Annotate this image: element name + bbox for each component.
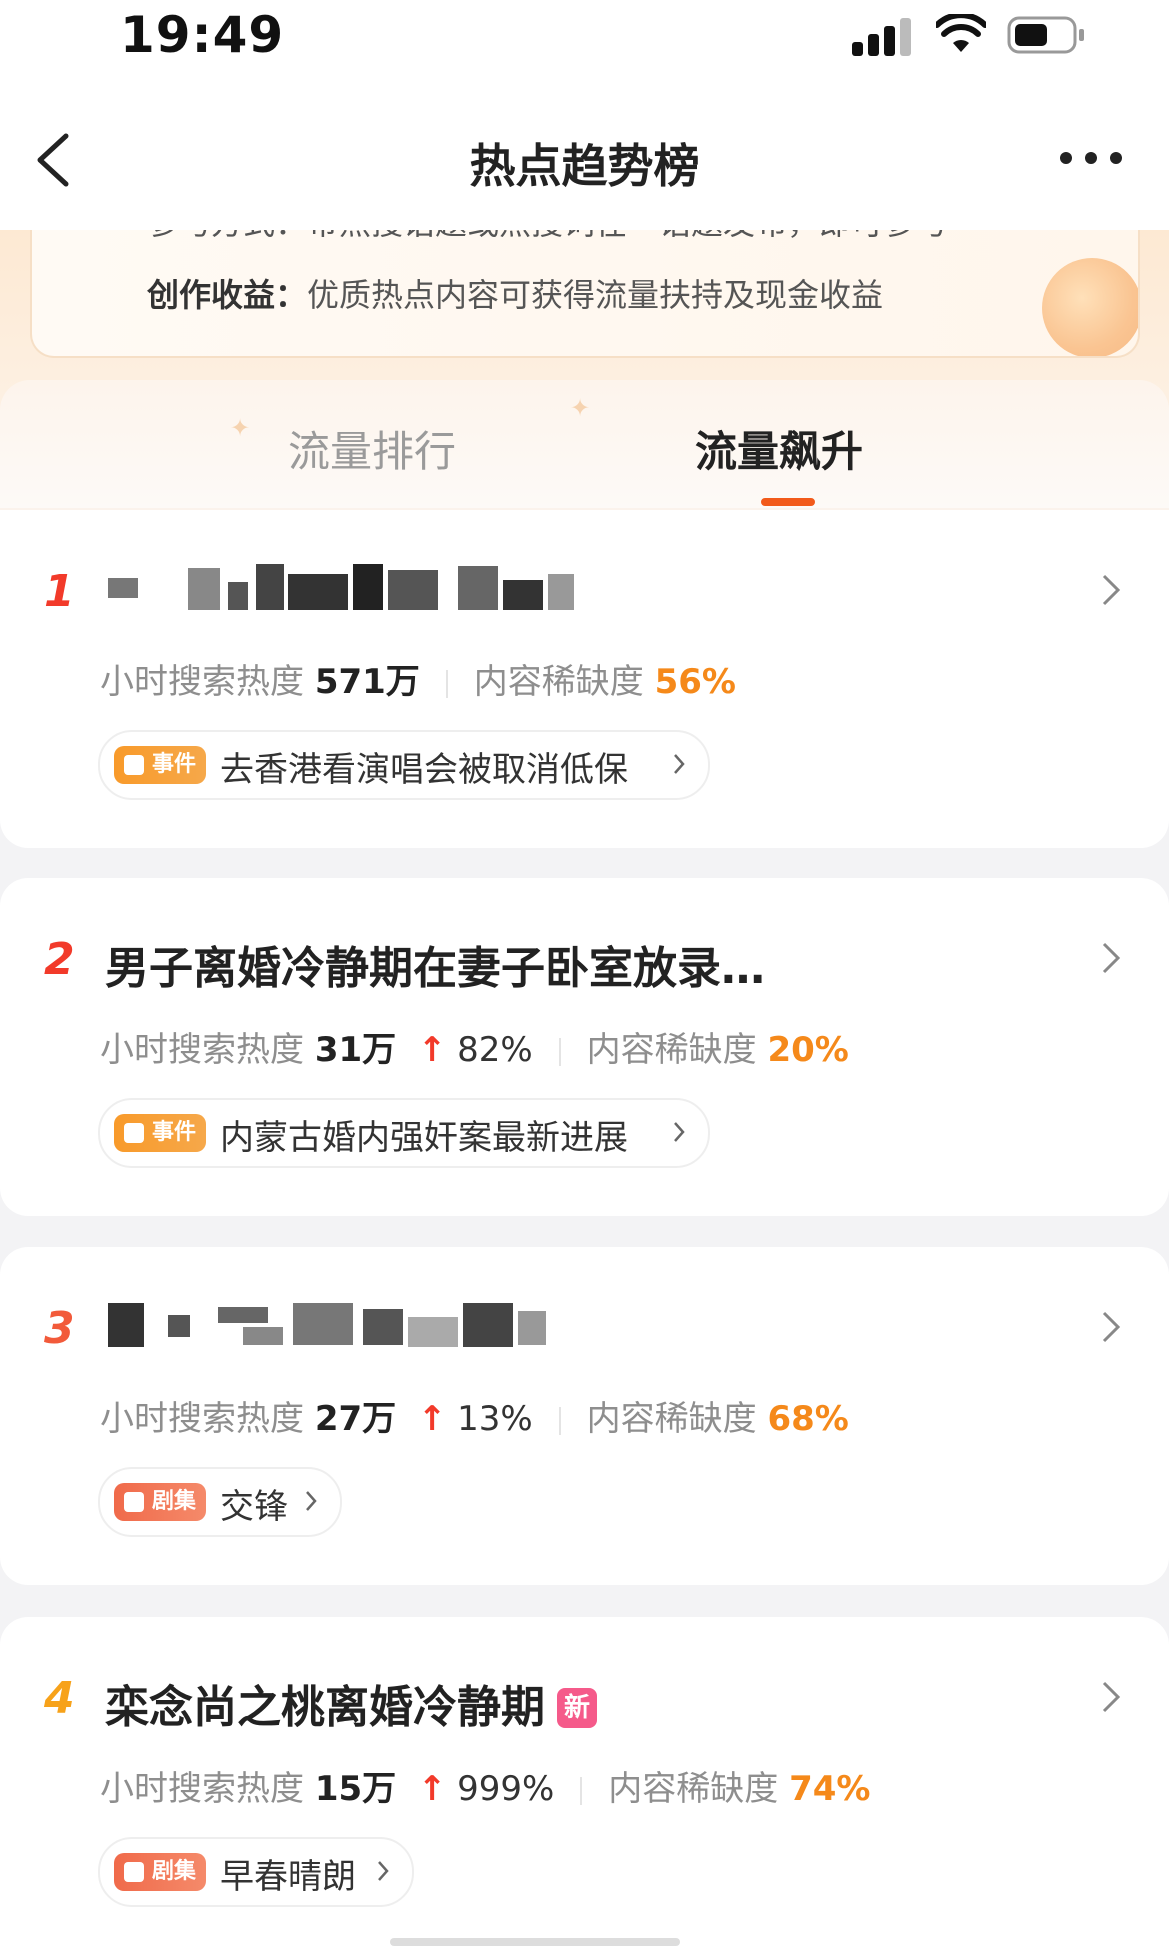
- growth-value: 999%: [457, 1769, 555, 1809]
- tab-bar: ✦ ✦ 流量排行 流量飙升: [0, 380, 1169, 508]
- calendar-icon: [124, 1123, 144, 1143]
- tag-label: 事件: [152, 752, 197, 777]
- heat-label: 小时搜索热度: [100, 1030, 304, 1070]
- tab-traffic-surge[interactable]: 流量飙升: [695, 418, 863, 479]
- heat-label: 小时搜索热度: [100, 1769, 304, 1809]
- participation-text: 参与方式：带热搜话题或热搜词在一话题发布，即可参与: [147, 230, 947, 244]
- trend-card[interactable]: 3 小时搜索热度 27万 ↑ 13% 内容稀缺度 68% 剧集 交锋: [0, 1247, 1169, 1585]
- trend-card[interactable]: 2 男子离婚冷静期在妻子卧室放录… 小时搜索热度 31万 ↑ 82% 内容稀缺度 …: [0, 878, 1169, 1216]
- sparkle-icon: ✦: [230, 414, 251, 442]
- blurred-title: [108, 560, 578, 616]
- up-arrow-icon: ↑: [417, 1399, 447, 1439]
- scarcity-label: 内容稀缺度: [586, 1030, 757, 1070]
- event-link[interactable]: 事件 内蒙古婚内强奸案最新进展: [98, 1098, 710, 1168]
- more-icon[interactable]: [1058, 150, 1124, 166]
- scarcity-value: 20%: [767, 1030, 849, 1070]
- tab-traffic-ranking[interactable]: 流量排行: [288, 418, 456, 479]
- scarcity-value: 56%: [654, 662, 736, 702]
- chevron-right-icon: [306, 1491, 317, 1511]
- wifi-icon: [936, 14, 986, 52]
- chevron-right-icon: [378, 1861, 389, 1881]
- page-title: 热点趋势榜: [469, 139, 700, 193]
- trend-card[interactable]: 1 小时搜索热度 571万 内容稀缺度 56% 事件 去香港看演唱会被取消低保: [0, 510, 1169, 848]
- chevron-right-icon: [1102, 1681, 1121, 1713]
- income-text: 创作收益：优质热点内容可获得流量扶持及现金收益: [147, 270, 883, 316]
- chevron-right-icon: [1102, 942, 1121, 974]
- heat-value: 31万: [314, 1030, 397, 1070]
- calendar-icon: [124, 755, 144, 775]
- chevron-right-icon: [674, 754, 685, 774]
- active-tab-indicator: [761, 498, 815, 506]
- drama-tag: 剧集: [114, 1483, 207, 1521]
- growth-value: 82%: [457, 1030, 533, 1070]
- info-card: 参与方式：带热搜话题或热搜词在一话题发布，即可参与 创作收益：优质热点内容可获得…: [30, 230, 1140, 358]
- heat-value: 571万: [314, 662, 420, 702]
- home-indicator: [390, 1938, 680, 1946]
- coin-icon: [1042, 258, 1138, 356]
- signal-icon: [852, 16, 914, 56]
- event-tag: 事件: [114, 746, 207, 784]
- stats-row: 小时搜索热度 15万 ↑ 999% 内容稀缺度 74%: [100, 1761, 870, 1810]
- heat-value: 27万: [314, 1399, 397, 1439]
- chevron-right-icon: [1102, 574, 1121, 606]
- stats-row: 小时搜索热度 571万 内容稀缺度 56%: [100, 654, 736, 703]
- scarcity-label: 内容稀缺度: [608, 1769, 779, 1809]
- up-arrow-icon: ↑: [417, 1030, 447, 1070]
- up-arrow-icon: ↑: [417, 1769, 447, 1809]
- event-tag: 事件: [114, 1114, 207, 1152]
- rank-number: 4: [44, 1673, 75, 1724]
- drama-tag: 剧集: [114, 1853, 207, 1891]
- stats-row: 小时搜索热度 27万 ↑ 13% 内容稀缺度 68%: [100, 1391, 849, 1440]
- event-link-text: 内蒙古婚内强奸案最新进展: [220, 1118, 628, 1158]
- status-bar: 19:49: [0, 0, 1169, 75]
- scarcity-label: 内容稀缺度: [586, 1399, 757, 1439]
- tag-label: 剧集: [152, 1859, 197, 1884]
- status-time: 19:49: [120, 6, 285, 64]
- scarcity-value: 68%: [767, 1399, 849, 1439]
- drama-link-text: 早春晴朗: [220, 1857, 356, 1897]
- play-icon: [124, 1492, 144, 1512]
- heat-label: 小时搜索热度: [100, 1399, 304, 1439]
- sparkle-icon: ✦: [570, 394, 591, 422]
- tag-label: 剧集: [152, 1489, 197, 1514]
- rank-number: 1: [44, 566, 75, 617]
- new-badge: 新: [557, 1688, 597, 1728]
- play-icon: [124, 1862, 144, 1882]
- trend-card[interactable]: 4 栾念尚之桃离婚冷静期新 小时搜索热度 15万 ↑ 999% 内容稀缺度 74%…: [0, 1617, 1169, 1958]
- trend-title-text: 栾念尚之桃离婚冷静期: [105, 1682, 545, 1733]
- blurred-title: [108, 1297, 548, 1353]
- drama-link[interactable]: 剧集 早春晴朗: [98, 1837, 414, 1907]
- nav-bar: 热点趋势榜: [0, 75, 1169, 230]
- scarcity-label: 内容稀缺度: [473, 662, 644, 702]
- tag-label: 事件: [152, 1120, 197, 1145]
- rank-number: 3: [44, 1303, 75, 1354]
- drama-link-text: 交锋: [220, 1487, 288, 1527]
- chevron-right-icon: [1102, 1311, 1121, 1343]
- growth-value: 13%: [457, 1399, 533, 1439]
- battery-icon: [1007, 16, 1084, 54]
- trend-title: 栾念尚之桃离婚冷静期新: [105, 1671, 597, 1735]
- chevron-right-icon: [674, 1122, 685, 1142]
- heat-label: 小时搜索热度: [100, 662, 304, 702]
- heat-value: 15万: [314, 1769, 397, 1809]
- drama-link[interactable]: 剧集 交锋: [98, 1467, 342, 1537]
- event-link[interactable]: 事件 去香港看演唱会被取消低保: [98, 730, 710, 800]
- rank-number: 2: [44, 934, 75, 985]
- event-link-text: 去香港看演唱会被取消低保: [220, 750, 628, 790]
- income-value: 优质热点内容可获得流量扶持及现金收益: [307, 276, 884, 314]
- trend-title: 男子离婚冷静期在妻子卧室放录…: [105, 943, 765, 994]
- scarcity-value: 74%: [789, 1769, 871, 1809]
- stats-row: 小时搜索热度 31万 ↑ 82% 内容稀缺度 20%: [100, 1022, 849, 1071]
- income-key: 创作收益：: [147, 276, 308, 314]
